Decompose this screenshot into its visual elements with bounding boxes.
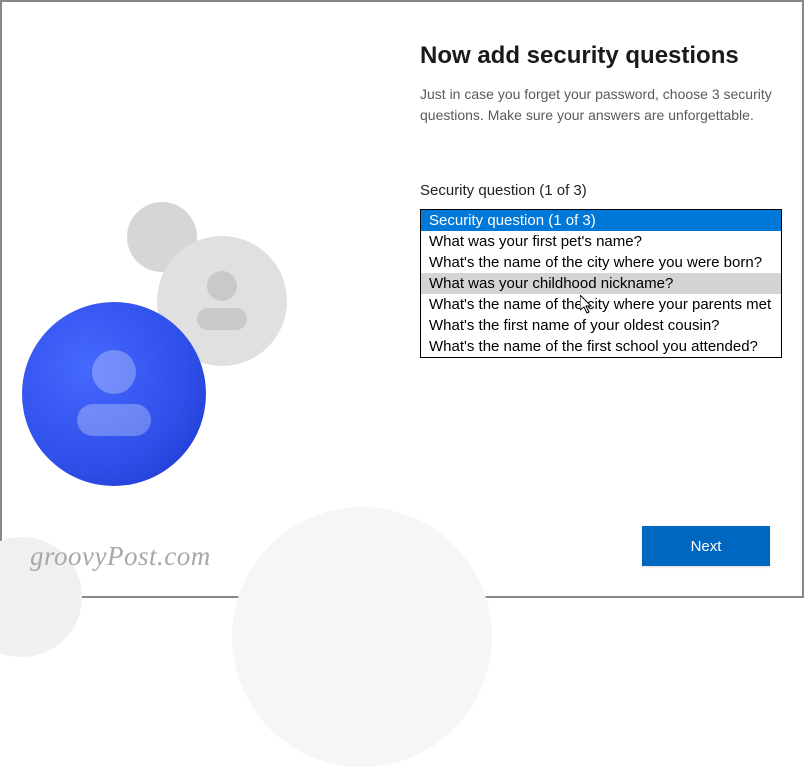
person-icon [207,271,237,301]
dropdown-option[interactable]: What was your childhood nickname? [421,273,781,294]
avatar-primary [22,302,206,486]
page-title: Now add security questions [420,42,780,70]
illustration-area [2,2,402,600]
dropdown-option[interactable]: What's the name of the first school you … [421,336,781,357]
dropdown-option[interactable]: What was your first pet's name? [421,231,781,252]
field-label: Security question (1 of 3) [420,182,780,199]
dropdown-option[interactable]: What's the name of the city where you we… [421,252,781,273]
dropdown-option[interactable]: What's the first name of your oldest cou… [421,315,781,336]
person-icon [77,404,151,436]
person-icon [92,350,136,394]
next-button[interactable]: Next [642,526,770,566]
dropdown-option[interactable]: Security question (1 of 3) [421,210,781,231]
page-subtitle: Just in case you forget your password, c… [420,84,780,126]
security-question-dropdown[interactable]: Security question (1 of 3)What was your … [420,209,782,358]
content-area: Now add security questions Just in case … [420,42,780,358]
person-icon [197,308,247,330]
decorative-circle [232,507,492,767]
watermark: groovyPost.com [30,541,211,572]
dropdown-option[interactable]: What's the name of the city where your p… [421,294,781,315]
